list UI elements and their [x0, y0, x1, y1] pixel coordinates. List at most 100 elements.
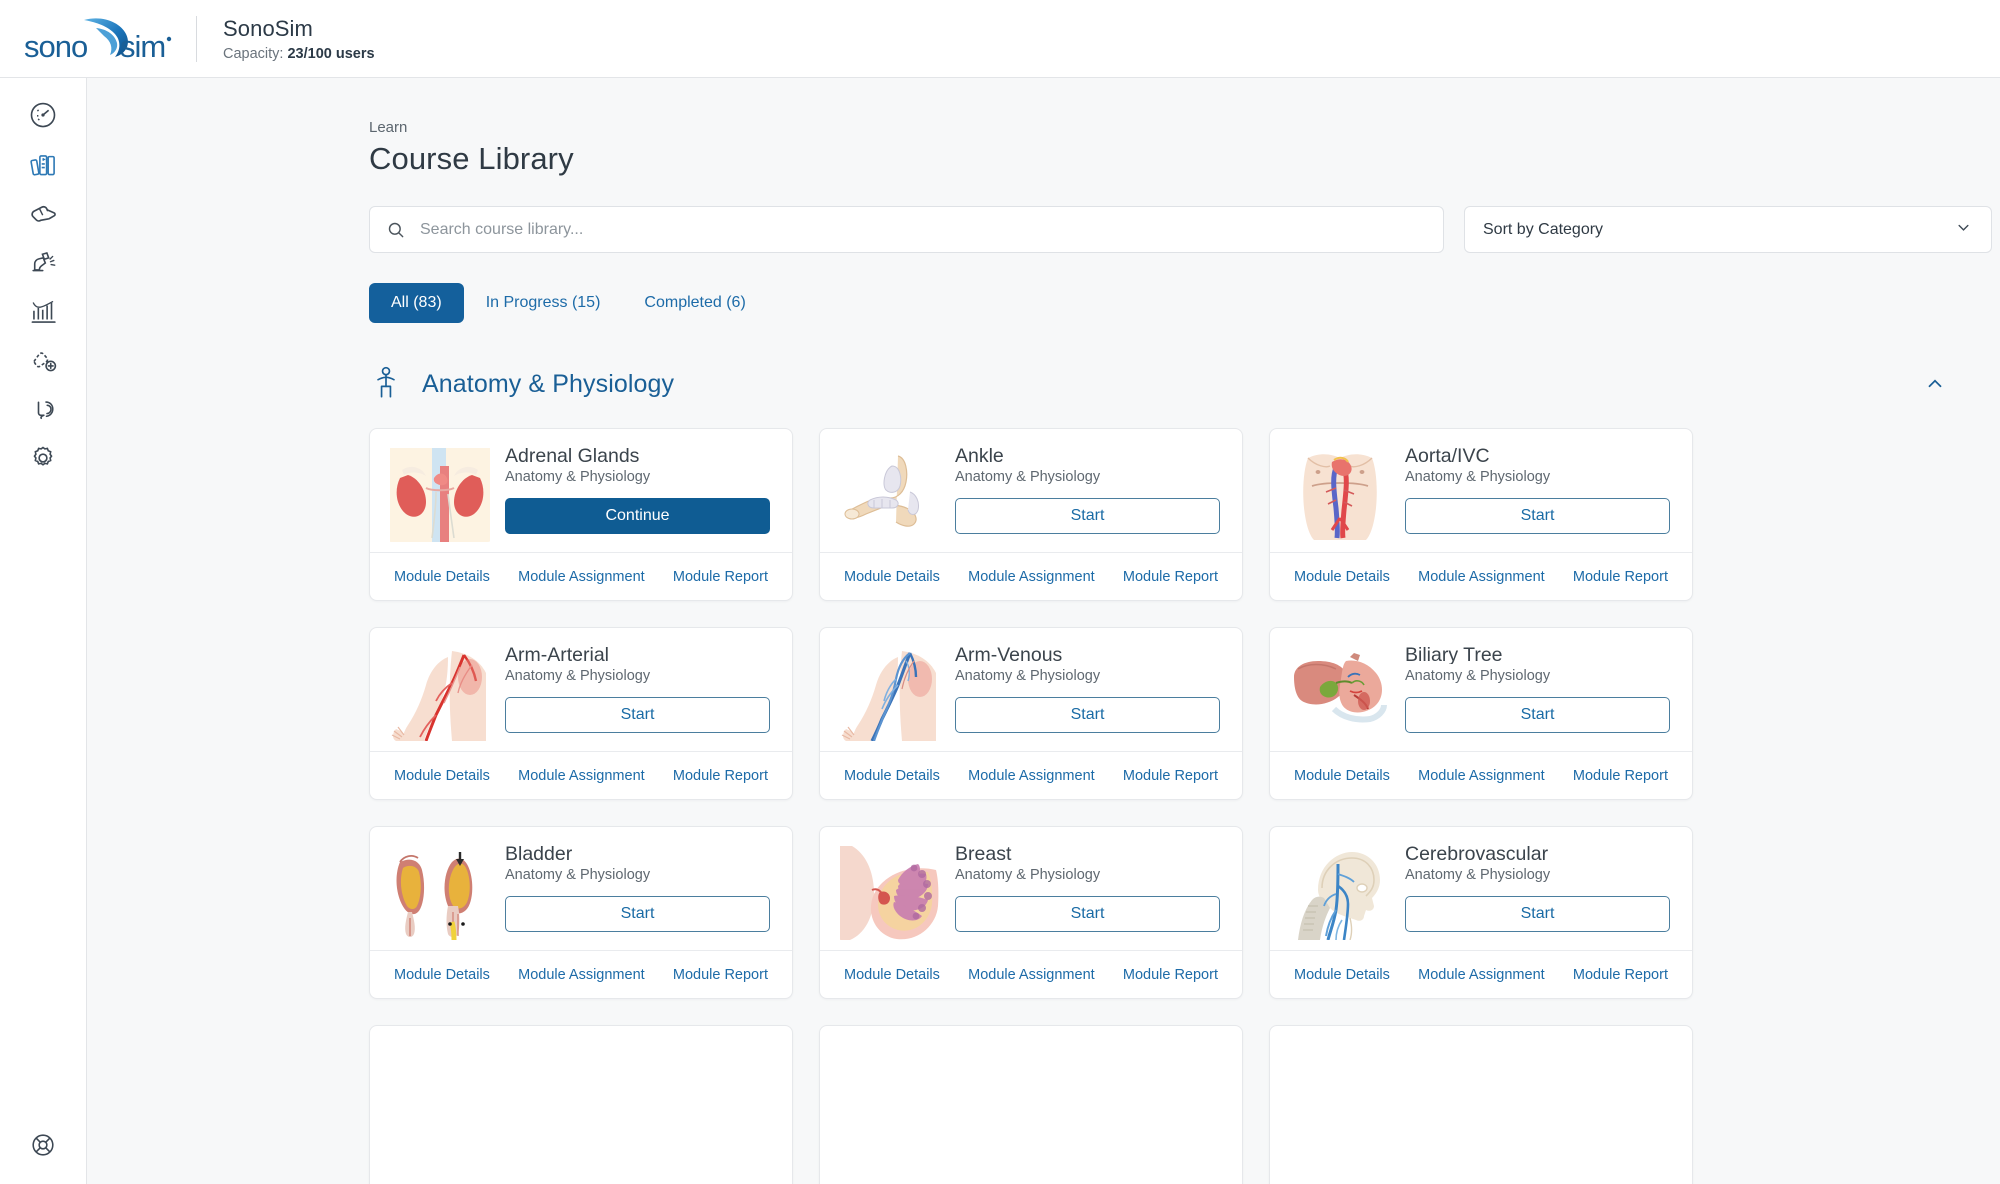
- ankle-thumb: [838, 447, 941, 542]
- top-bar: sono sim SonoSim Capacity: 23/100 users: [0, 0, 2000, 78]
- card-footer: Module Details Module Assignment Module …: [370, 552, 792, 600]
- module-assignment-link[interactable]: Module Assignment: [1418, 768, 1545, 784]
- course-card[interactable]: [369, 1025, 793, 1184]
- tab-in-progress[interactable]: In Progress (15): [464, 283, 623, 323]
- category-header-anatomy-physiology[interactable]: Anatomy & Physiology: [369, 364, 1960, 404]
- probe-scan-icon: [31, 251, 55, 271]
- course-card[interactable]: Biliary Tree Anatomy & Physiology Start …: [1269, 627, 1693, 800]
- module-assignment-link[interactable]: Module Assignment: [1418, 569, 1545, 585]
- card-body: Ankle Anatomy & Physiology Start: [820, 429, 1242, 552]
- course-grid: Adrenal Glands Anatomy & Physiology Cont…: [369, 428, 1960, 1184]
- category-title: Anatomy & Physiology: [422, 369, 675, 398]
- module-details-link[interactable]: Module Details: [1294, 967, 1390, 983]
- module-report-link[interactable]: Module Report: [1573, 768, 1668, 784]
- module-details-link[interactable]: Module Details: [394, 569, 490, 585]
- card-body: Cerebrovascular Anatomy & Physiology Sta…: [1270, 827, 1692, 950]
- module-assignment-link[interactable]: Module Assignment: [518, 967, 645, 983]
- chevron-up-icon[interactable]: [1918, 367, 1952, 401]
- books-library-icon: [29, 154, 55, 176]
- module-assignment-link[interactable]: Module Assignment: [968, 967, 1095, 983]
- course-action-button[interactable]: Start: [1405, 697, 1670, 733]
- course-card[interactable]: Aorta/IVC Anatomy & Physiology Start Mod…: [1269, 428, 1693, 601]
- course-action-button[interactable]: Start: [505, 896, 770, 932]
- tab-all[interactable]: All (83): [369, 283, 464, 323]
- module-details-link[interactable]: Module Details: [1294, 569, 1390, 585]
- module-details-link[interactable]: Module Details: [844, 768, 940, 784]
- course-action-button[interactable]: Continue: [505, 498, 770, 534]
- course-action-button[interactable]: Start: [1405, 896, 1670, 932]
- biliary-tree-thumb: [1288, 646, 1391, 741]
- aorta-ivc-thumb: [1288, 447, 1391, 542]
- course-action-button[interactable]: Start: [955, 697, 1220, 733]
- course-subtitle: Anatomy & Physiology: [505, 668, 651, 685]
- card-body: [820, 1026, 1242, 1149]
- course-card[interactable]: Ankle Anatomy & Physiology Start Module …: [819, 428, 1243, 601]
- course-subtitle: Anatomy & Physiology: [955, 668, 1101, 685]
- bladder-thumb: [388, 845, 491, 940]
- module-report-link[interactable]: Module Report: [673, 569, 768, 585]
- card-footer: Module Details Module Assignment Module …: [1270, 552, 1692, 600]
- card-body: Arm-Arterial Anatomy & Physiology Start: [370, 628, 792, 751]
- module-report-link[interactable]: Module Report: [1573, 569, 1668, 585]
- capacity-label: Capacity:: [223, 45, 284, 62]
- module-report-link[interactable]: Module Report: [673, 967, 768, 983]
- course-action-button[interactable]: Start: [505, 697, 770, 733]
- hand-probe-icon: [31, 205, 56, 222]
- capacity-value: 23/100 users: [287, 45, 375, 62]
- course-card[interactable]: Arm-Arterial Anatomy & Physiology Start …: [369, 627, 793, 800]
- module-details-link[interactable]: Module Details: [394, 967, 490, 983]
- module-details-link[interactable]: Module Details: [394, 768, 490, 784]
- card-body: Bladder Anatomy & Physiology Start: [370, 827, 792, 950]
- sidebar-item-settings[interactable]: [0, 427, 86, 489]
- course-card[interactable]: Bladder Anatomy & Physiology Start Modul…: [369, 826, 793, 999]
- course-action-button[interactable]: Start: [955, 498, 1220, 534]
- card-body: Adrenal Glands Anatomy & Physiology Cont…: [370, 429, 792, 552]
- search-input[interactable]: [420, 220, 1427, 239]
- chevron-down-icon: [1954, 218, 1973, 242]
- module-report-link[interactable]: Module Report: [1573, 967, 1668, 983]
- course-subtitle: Anatomy & Physiology: [955, 469, 1101, 486]
- module-report-link[interactable]: Module Report: [673, 768, 768, 784]
- course-card[interactable]: [1269, 1025, 1693, 1184]
- course-card[interactable]: Cerebrovascular Anatomy & Physiology Sta…: [1269, 826, 1693, 999]
- module-report-link[interactable]: Module Report: [1123, 768, 1218, 784]
- tab-completed[interactable]: Completed (6): [622, 283, 767, 323]
- arm-venous-thumb: [838, 646, 941, 741]
- course-card[interactable]: [819, 1025, 1243, 1184]
- course-subtitle: Anatomy & Physiology: [505, 469, 651, 486]
- card-footer: Module Details Module Assignment Module …: [820, 552, 1242, 600]
- card-footer: Module Details Module Assignment Module …: [820, 751, 1242, 799]
- module-details-link[interactable]: Module Details: [844, 569, 940, 585]
- card-text: Cerebrovascular Anatomy & Physiology Sta…: [1405, 843, 1670, 932]
- card-text: Bladder Anatomy & Physiology Start: [505, 843, 770, 932]
- card-footer: Module Details Module Assignment Module …: [1270, 751, 1692, 799]
- sidebar: [0, 78, 87, 1184]
- card-text: Aorta/IVC Anatomy & Physiology Start: [1405, 445, 1670, 534]
- search-field-wrapper[interactable]: [369, 206, 1444, 253]
- course-title: Adrenal Glands: [505, 445, 640, 466]
- module-assignment-link[interactable]: Module Assignment: [518, 768, 645, 784]
- module-assignment-link[interactable]: Module Assignment: [1418, 967, 1545, 983]
- sonosim-logo-icon: sono sim: [24, 17, 172, 64]
- sonosim-logo[interactable]: sono sim: [0, 13, 196, 65]
- module-assignment-link[interactable]: Module Assignment: [968, 569, 1095, 585]
- search-and-sort-row: Sort by Category: [369, 206, 1992, 253]
- course-card[interactable]: Adrenal Glands Anatomy & Physiology Cont…: [369, 428, 793, 601]
- svg-text:sono: sono: [24, 29, 87, 64]
- course-title: Cerebrovascular: [1405, 843, 1549, 864]
- sidebar-item-help[interactable]: [0, 1118, 86, 1172]
- course-card[interactable]: Arm-Venous Anatomy & Physiology Start Mo…: [819, 627, 1243, 800]
- module-assignment-link[interactable]: Module Assignment: [518, 569, 645, 585]
- course-action-button[interactable]: Start: [1405, 498, 1670, 534]
- course-title: Ankle: [955, 445, 1004, 466]
- sort-by-category-select[interactable]: Sort by Category: [1464, 206, 1992, 253]
- module-details-link[interactable]: Module Details: [844, 967, 940, 983]
- course-action-button[interactable]: Start: [955, 896, 1220, 932]
- card-body: Arm-Venous Anatomy & Physiology Start: [820, 628, 1242, 751]
- module-assignment-link[interactable]: Module Assignment: [968, 768, 1095, 784]
- module-details-link[interactable]: Module Details: [1294, 768, 1390, 784]
- course-card[interactable]: Breast Anatomy & Physiology Start Module…: [819, 826, 1243, 999]
- course-subtitle: Anatomy & Physiology: [1405, 668, 1551, 685]
- module-report-link[interactable]: Module Report: [1123, 569, 1218, 585]
- module-report-link[interactable]: Module Report: [1123, 967, 1218, 983]
